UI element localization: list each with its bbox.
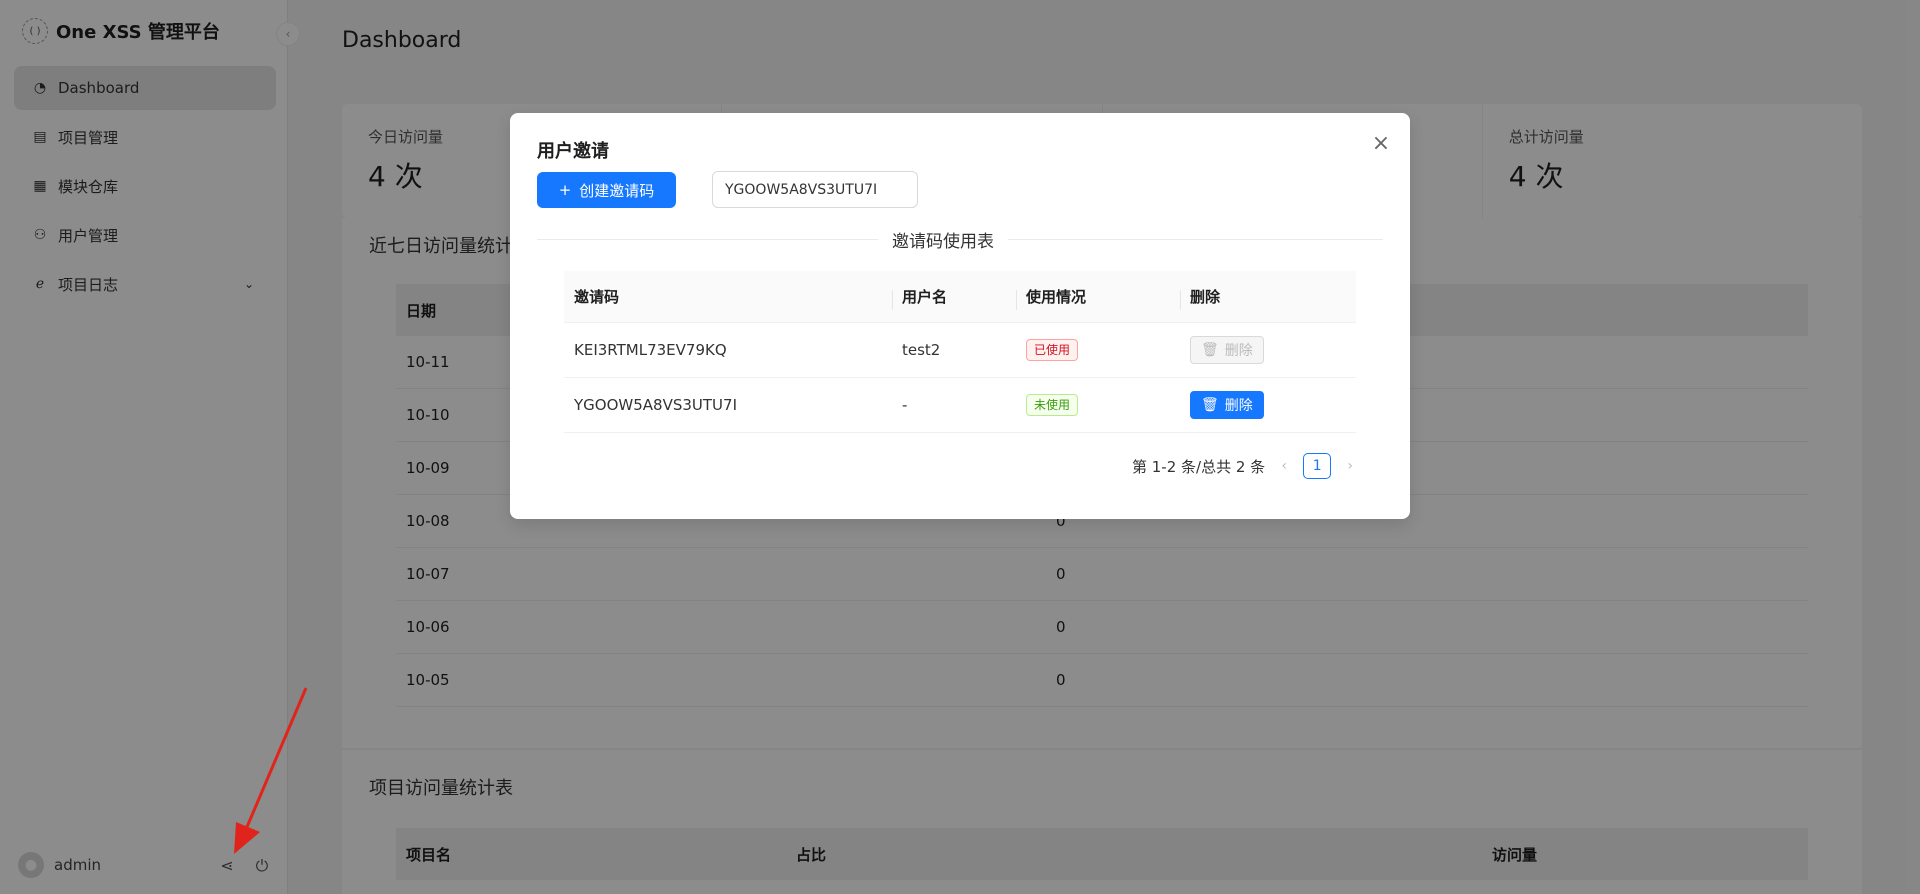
column-header-username: 用户名 bbox=[892, 286, 1016, 310]
plus-icon: + bbox=[558, 181, 572, 199]
table-row: KEI3RTML73EV79KQ test2 已使用 🗑 删除 bbox=[564, 323, 1356, 378]
create-invite-button[interactable]: + 创建邀请码 bbox=[537, 172, 676, 208]
prev-page-icon[interactable]: ‹ bbox=[1275, 458, 1293, 474]
delete-cell: 🗑 删除 bbox=[1180, 391, 1356, 419]
username: - bbox=[902, 396, 908, 414]
invite-table: 邀请码 用户名 使用情况 删除 KEI3RTML73EV79KQ test2 已… bbox=[564, 271, 1356, 433]
delete-label: 删除 bbox=[1224, 398, 1253, 414]
pagination: 第 1-2 条/总共 2 条 ‹ 1 › bbox=[1132, 453, 1359, 479]
status-cell: 已使用 bbox=[1016, 339, 1180, 361]
column-header-status: 使用情况 bbox=[1016, 286, 1180, 310]
delete-label: 删除 bbox=[1224, 343, 1253, 359]
status-badge: 未使用 bbox=[1026, 394, 1079, 416]
invite-modal: 用户邀请 × + 创建邀请码 邀请码使用表 邀请码 用户名 使用情况 删除 KE… bbox=[510, 113, 1410, 519]
table-header: 邀请码 用户名 使用情况 删除 bbox=[564, 271, 1356, 323]
status-badge: 已使用 bbox=[1026, 339, 1079, 361]
next-page-icon[interactable]: › bbox=[1341, 458, 1359, 474]
pagination-summary: 第 1-2 条/总共 2 条 bbox=[1132, 457, 1266, 476]
status-cell: 未使用 bbox=[1016, 394, 1180, 416]
column-header-code: 邀请码 bbox=[574, 288, 620, 306]
close-icon[interactable]: × bbox=[1368, 131, 1394, 157]
delete-button[interactable]: 🗑 删除 bbox=[1190, 336, 1264, 364]
trash-icon: 🗑 bbox=[1201, 397, 1219, 413]
invite-code-field[interactable] bbox=[712, 171, 918, 208]
username: test2 bbox=[902, 341, 941, 359]
invite-code: KEI3RTML73EV79KQ bbox=[574, 341, 727, 359]
trash-icon: 🗑 bbox=[1201, 342, 1219, 358]
invite-code: YGOOW5A8VS3UTU7I bbox=[574, 396, 737, 414]
delete-cell: 🗑 删除 bbox=[1180, 336, 1356, 364]
invite-table-title: 邀请码使用表 bbox=[878, 227, 1008, 252]
delete-button[interactable]: 🗑 删除 bbox=[1190, 391, 1264, 419]
create-invite-label: 创建邀请码 bbox=[579, 181, 655, 200]
modal-title: 用户邀请 bbox=[537, 141, 609, 162]
table-row: YGOOW5A8VS3UTU7I - 未使用 🗑 删除 bbox=[564, 378, 1356, 433]
page-number[interactable]: 1 bbox=[1303, 453, 1332, 479]
column-header-delete: 删除 bbox=[1180, 286, 1356, 310]
